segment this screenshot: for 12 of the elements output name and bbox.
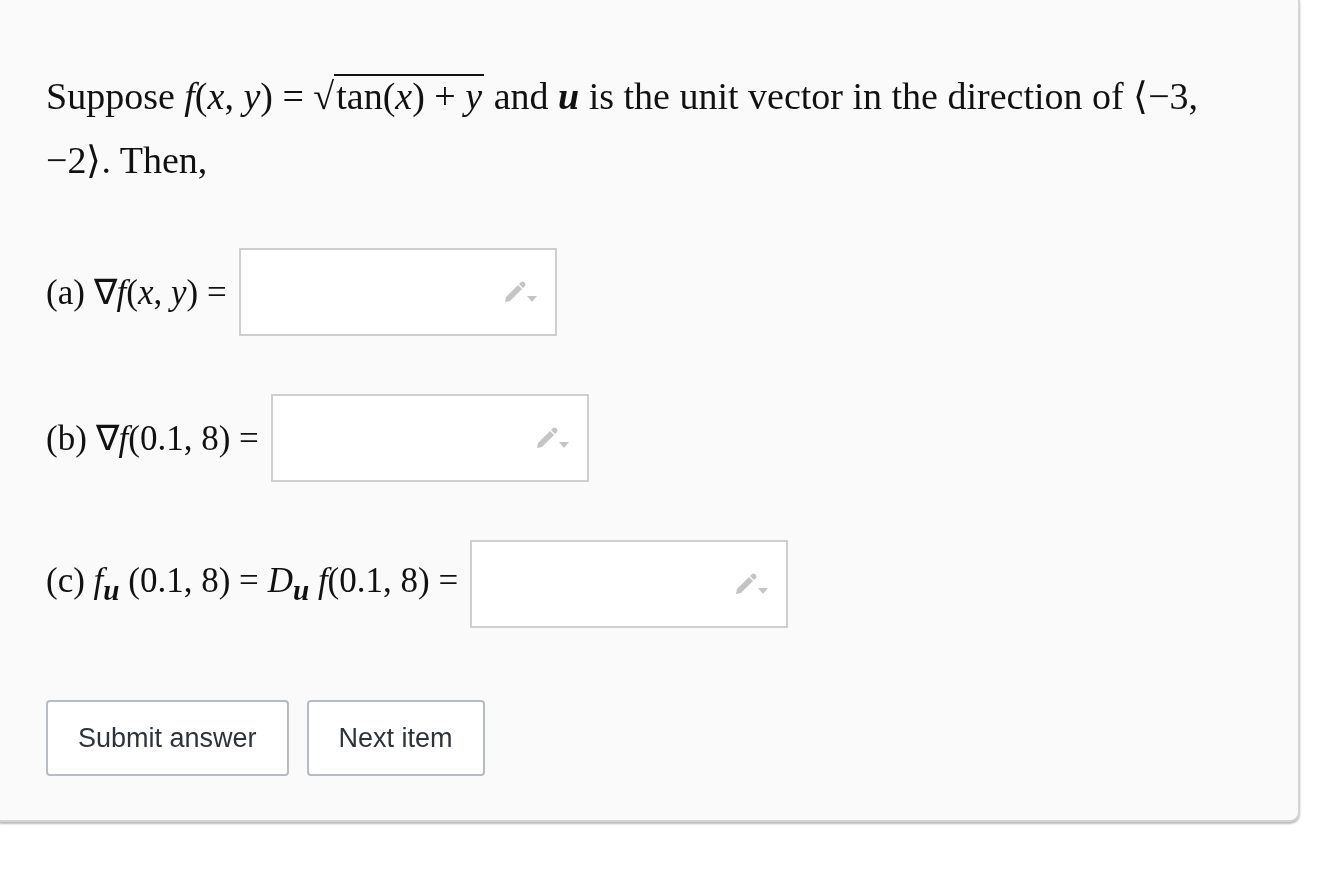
answer-field[interactable] [238,248,557,336]
answer-field[interactable] [270,394,589,482]
submit-button[interactable]: Submit answer [46,700,289,776]
pencil-icon[interactable] [534,426,569,450]
pencil-icon[interactable] [502,280,537,304]
answer-field[interactable] [470,540,789,628]
part-expression: (c) f$_{u}$ (0.1, 8) = D$_{u}$ f(0.1, 8) = [46,561,459,607]
problem-statement: Suppose f(x, y) = √tan(x) + y and u is the unit vector in the direction of ⟨−3, −2⟩. Then, [46,73,1200,183]
pencil-icon[interactable] [734,572,769,596]
next-button[interactable]: Next item [306,700,485,776]
part-expression: (b) ∇f(0.1, 8) = [46,417,259,459]
part-expression: (a) ∇f(x, y) = [46,271,227,313]
